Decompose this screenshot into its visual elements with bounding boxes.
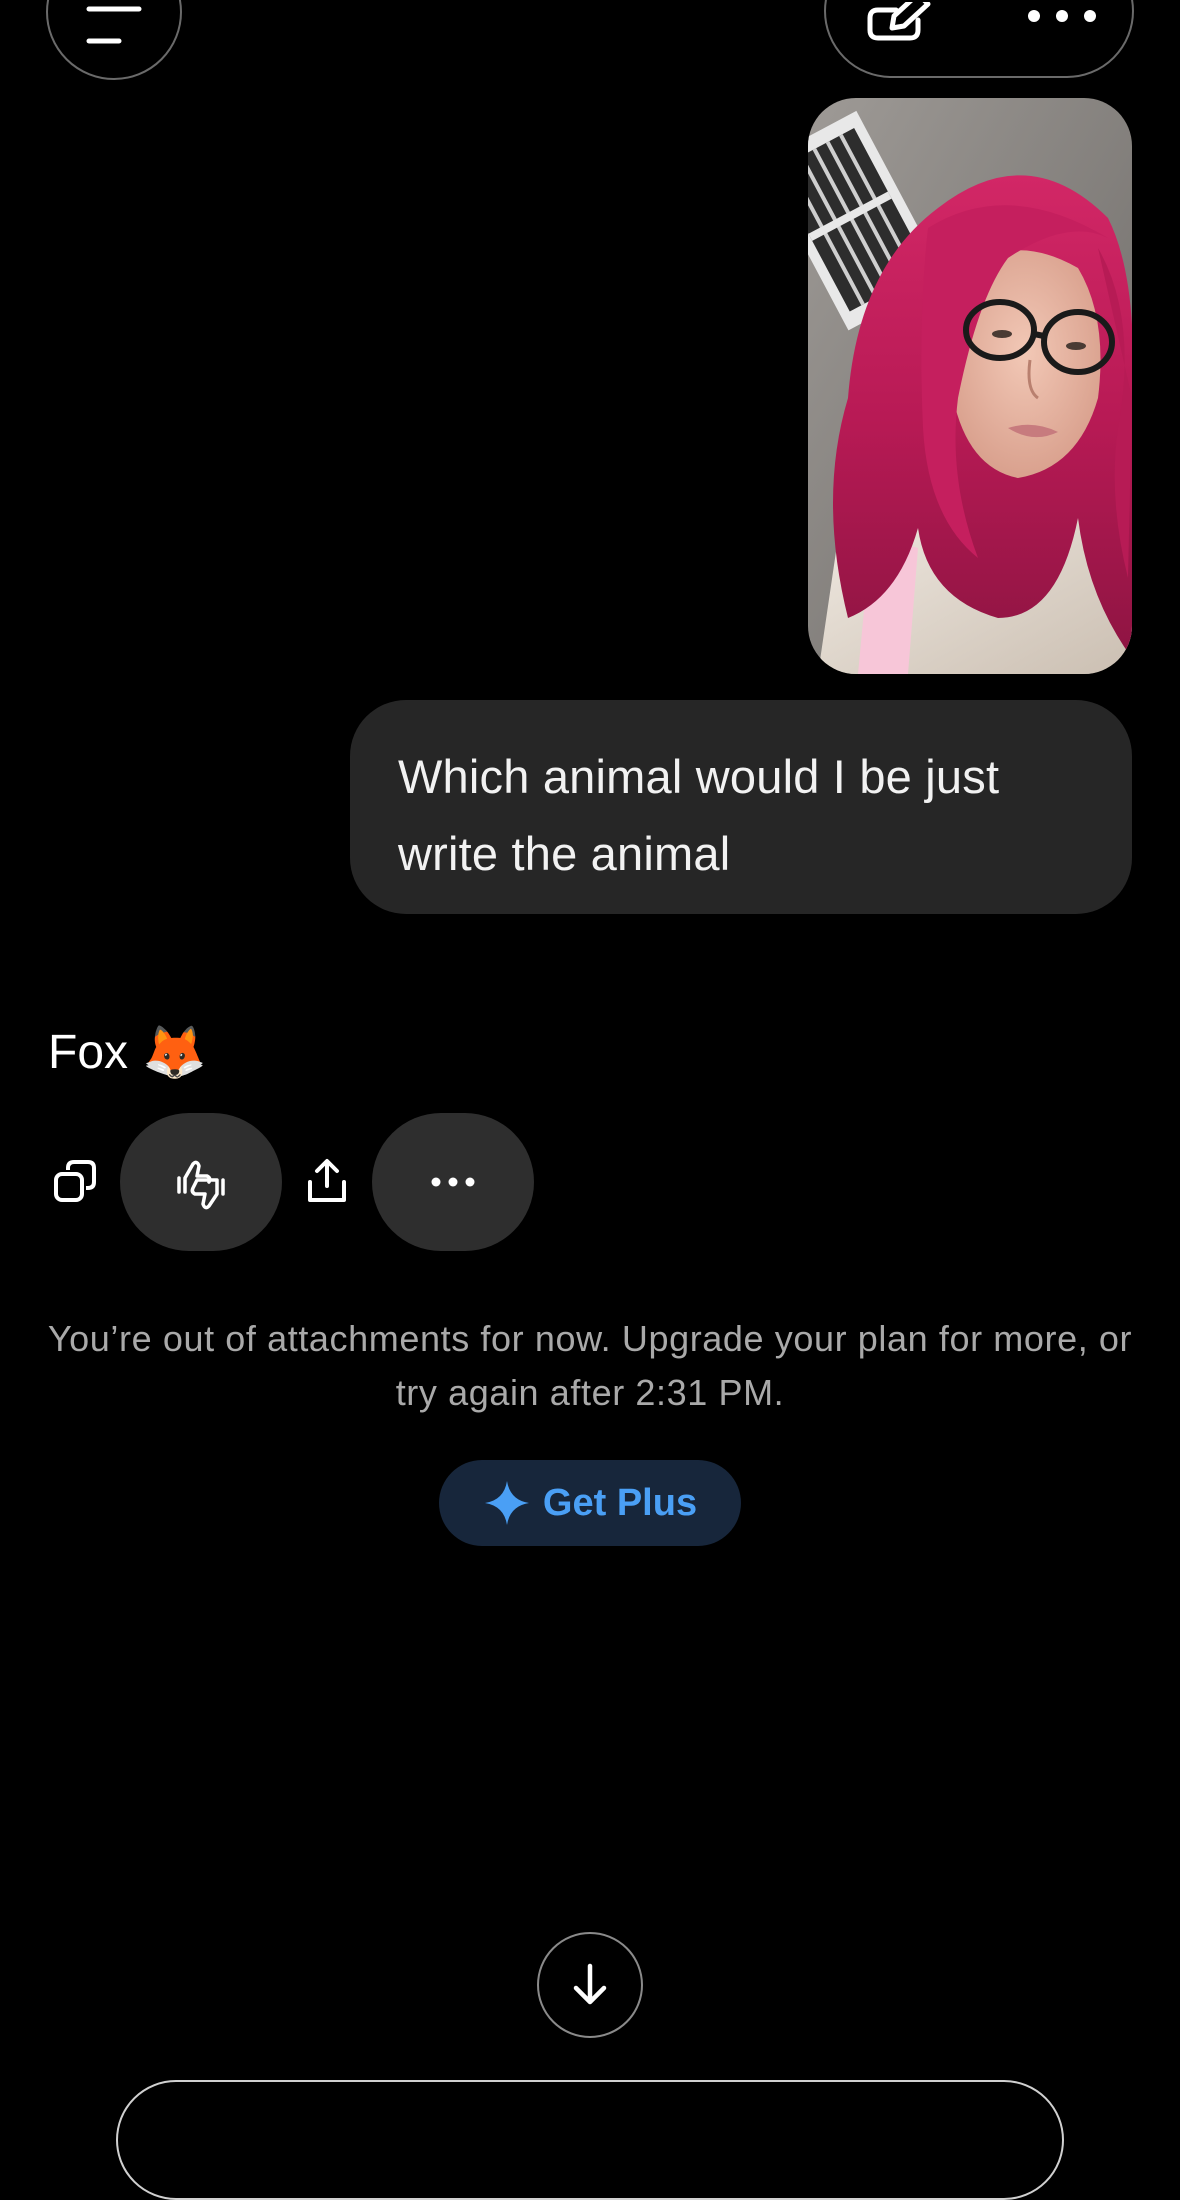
- assistant-reply-text: Fox: [48, 1026, 129, 1079]
- attached-photo[interactable]: [808, 98, 1132, 674]
- get-plus-button[interactable]: Get Plus: [439, 1460, 741, 1546]
- menu-button[interactable]: [46, 0, 182, 80]
- arrow-down-icon: [573, 1963, 607, 2005]
- scroll-to-bottom-button[interactable]: [537, 1932, 643, 2038]
- assistant-reply: Fox 🦊: [48, 1022, 207, 1084]
- new-chat-button[interactable]: [848, 0, 948, 78]
- more-horizontal-icon: [1028, 10, 1096, 22]
- more-options-button[interactable]: [1012, 2, 1112, 62]
- top-actions-pill: [824, 0, 1134, 78]
- sparkle-icon: [484, 1481, 529, 1525]
- more-horizontal-icon: [431, 1177, 475, 1187]
- user-message-text: Which animal would I be just write the a…: [398, 750, 1000, 880]
- share-icon: [308, 1159, 346, 1202]
- get-plus-label: Get Plus: [542, 1481, 698, 1524]
- copy-icon: [54, 1160, 96, 1202]
- message-composer[interactable]: [116, 2080, 1064, 2200]
- more-actions-button[interactable]: [372, 1113, 534, 1251]
- feedback-button[interactable]: [120, 1113, 282, 1251]
- attachment-limit-notice: You’re out of attachments for now. Upgra…: [47, 1318, 1133, 1413]
- user-message-bubble: Which animal would I be just write the a…: [350, 700, 1132, 914]
- thumbs-up-down-icon: [177, 1160, 225, 1210]
- hamburger-menu-icon: [86, 6, 142, 44]
- photo-image: [808, 98, 1132, 674]
- copy-button[interactable]: [44, 1150, 106, 1212]
- edit-icon: [867, 0, 931, 41]
- share-button[interactable]: [296, 1150, 358, 1212]
- fox-emoji: 🦊: [142, 1024, 207, 1082]
